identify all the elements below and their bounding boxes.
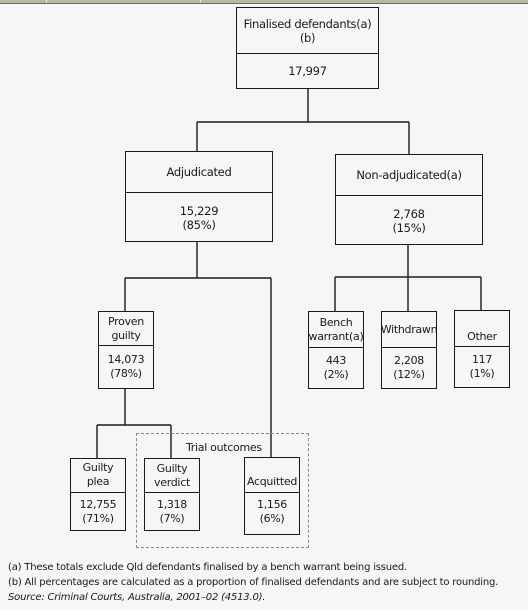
node-adjudicated: Adjudicated 15,229 (85%) xyxy=(125,151,273,242)
node-header: Withdrawn xyxy=(380,312,438,348)
node-value: 17,997 xyxy=(288,64,327,78)
node-percent: (6%) xyxy=(259,512,285,525)
node-percent: (71%) xyxy=(82,511,114,525)
node-percent: (78%) xyxy=(110,367,142,380)
node-label-line2: verdict xyxy=(154,475,190,489)
node-value: 443 xyxy=(325,354,347,367)
node-percent: (15%) xyxy=(392,221,426,235)
node-header: Bench warrant(a) xyxy=(308,312,364,348)
node-guilty-verdict: Guilty verdict 1,318 (7%) xyxy=(144,458,200,531)
node-body: 15,229 (85%) xyxy=(126,193,272,241)
node-other: Other 117 (1%) xyxy=(454,310,510,388)
node-header: Other xyxy=(455,311,509,347)
node-label-line2: guilty xyxy=(111,328,141,342)
node-percent: (12%) xyxy=(393,368,425,381)
node-label: Withdrawn xyxy=(380,322,438,336)
node-value: 1,318 xyxy=(157,497,187,511)
node-percent: (85%) xyxy=(182,218,216,232)
node-value: 117 xyxy=(471,353,493,366)
node-label-line2: warrant(a) xyxy=(308,329,364,343)
node-value: 12,755 xyxy=(79,497,117,511)
node-header: Adjudicated xyxy=(126,152,272,193)
node-percent: (2%) xyxy=(323,368,349,381)
node-body: 1,156 (6%) xyxy=(245,493,299,534)
node-value: 2,768 xyxy=(393,207,425,221)
node-percent: (7%) xyxy=(159,511,185,525)
node-header: Guilty plea xyxy=(71,459,125,493)
node-body: 117 (1%) xyxy=(455,347,509,387)
node-body: 12,755 (71%) xyxy=(71,493,125,530)
node-body: 14,073 (78%) xyxy=(99,346,153,388)
node-header: Proven guilty xyxy=(99,312,153,346)
node-label-line1: Bench xyxy=(319,315,353,329)
node-label: Finalised defendants(a)(b) xyxy=(243,16,372,45)
node-proven-guilty: Proven guilty 14,073 (78%) xyxy=(98,311,154,389)
node-finalised-defendants: Finalised defendants(a)(b) 17,997 xyxy=(236,7,379,89)
footnote-b: (b) All percentages are calculated as a … xyxy=(8,577,499,588)
footnotes: (a) These totals exclude Qld defendants … xyxy=(8,560,523,605)
node-guilty-plea: Guilty plea 12,755 (71%) xyxy=(70,458,126,531)
node-label: Other xyxy=(467,330,497,343)
node-label: Acquitted xyxy=(246,475,298,488)
node-header: Acquitted xyxy=(245,458,299,493)
node-label: Adjudicated xyxy=(166,165,232,179)
node-non-adjudicated: Non-adjudicated(a) 2,768 (15%) xyxy=(335,154,483,245)
node-label: Guilty plea xyxy=(82,461,114,488)
node-body: 2,768 (15%) xyxy=(336,196,482,244)
footnote-a: (a) These totals exclude Qld defendants … xyxy=(8,562,408,573)
node-body: 2,208 (12%) xyxy=(382,348,436,388)
node-body: 443 (2%) xyxy=(309,348,363,388)
node-header: Non-adjudicated(a) xyxy=(336,155,482,196)
node-bench-warrant: Bench warrant(a) 443 (2%) xyxy=(308,311,364,389)
node-header: Finalised defendants(a)(b) xyxy=(237,8,378,54)
node-withdrawn: Withdrawn 2,208 (12%) xyxy=(380,311,438,389)
node-body: 1,318 (7%) xyxy=(145,493,199,530)
node-acquitted: Acquitted 1,156 (6%) xyxy=(244,457,300,535)
node-value: 1,156 xyxy=(257,498,287,511)
source-note: Source: Criminal Courts, Australia, 2001… xyxy=(8,592,266,603)
node-percent: (1%) xyxy=(469,367,495,380)
node-label: Non-adjudicated(a) xyxy=(356,168,462,182)
node-label-line1: Proven xyxy=(108,314,144,328)
trial-outcomes-label: Trial outcomes xyxy=(186,441,262,454)
node-body: 17,997 xyxy=(237,54,378,88)
node-header: Guilty verdict xyxy=(145,459,199,493)
node-value: 14,073 xyxy=(107,353,145,366)
node-value: 15,229 xyxy=(179,204,219,218)
node-value: 2,208 xyxy=(394,354,424,367)
node-label-line1: Guilty xyxy=(156,461,188,475)
